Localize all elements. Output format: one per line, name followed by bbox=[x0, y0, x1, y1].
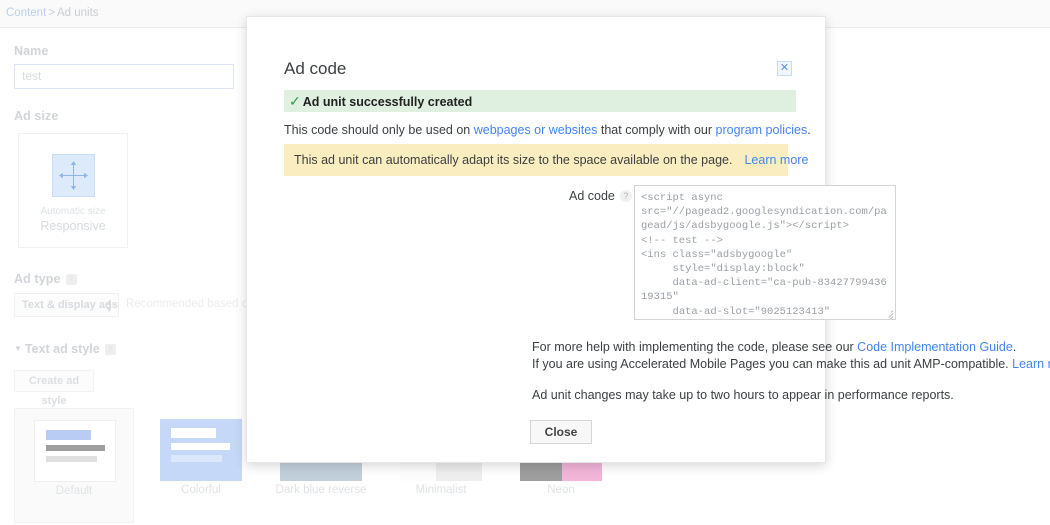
check-icon: ✓ bbox=[289, 93, 301, 109]
help-line1-prefix: For more help with implementing the code… bbox=[532, 340, 858, 354]
ad-size-sub-label: Automatic size bbox=[40, 206, 106, 217]
ad-type-selected-value: Text & display ads bbox=[22, 299, 118, 311]
close-button[interactable]: Close bbox=[530, 420, 592, 444]
name-label: Name bbox=[14, 44, 49, 58]
text-ad-style-header[interactable]: ▼ Text ad style? bbox=[14, 342, 116, 356]
ad-code-modal: Ad code ✕ ✓ Ad unit successfully created … bbox=[246, 16, 1050, 463]
breadcrumb-separator: > bbox=[48, 7, 55, 19]
ad-style-card-default[interactable]: Default bbox=[14, 408, 134, 523]
program-policies-link[interactable]: program policies bbox=[716, 123, 808, 137]
ad-code-label-text: Ad code bbox=[569, 189, 615, 203]
ad-style-card-colorful[interactable]: Colorful bbox=[141, 408, 261, 523]
learn-more-link-responsive[interactable]: Learn more bbox=[744, 153, 808, 167]
learn-more-link-amp[interactable]: Learn more bbox=[1012, 357, 1050, 371]
policy-notice: This code should only be used on webpage… bbox=[284, 123, 811, 137]
ad-size-card-responsive[interactable]: Automatic size Responsive bbox=[18, 133, 128, 248]
ad-style-thumb-colorful bbox=[160, 419, 242, 481]
text-ad-style-label: Text ad style bbox=[24, 342, 100, 356]
success-banner: ✓ Ad unit successfully created bbox=[284, 90, 796, 112]
ad-type-label: Ad type? bbox=[14, 272, 77, 286]
ad-type-select[interactable]: Text & display ads ▲ ▼ bbox=[14, 293, 119, 317]
amp-help-line: If you are using Accelerated Mobile Page… bbox=[532, 357, 1050, 371]
ad-size-label: Ad size bbox=[14, 109, 59, 123]
ad-size-main-label: Responsive bbox=[40, 219, 106, 233]
ad-style-name: Minimalist bbox=[415, 484, 467, 496]
responsive-notice-banner: This ad unit can automatically adapt its… bbox=[284, 144, 808, 176]
ad-code-field-label: Ad code? bbox=[569, 189, 632, 203]
reporting-delay-note: Ad unit changes may take up to two hours… bbox=[532, 388, 954, 402]
ad-code-text: <script async src="//pagead2.googlesyndi… bbox=[641, 192, 887, 318]
modal-title: Ad code bbox=[284, 59, 347, 78]
responsive-notice-text: This ad unit can automatically adapt its… bbox=[294, 153, 733, 167]
chevron-down-icon: ▼ bbox=[14, 344, 22, 353]
help-line2-prefix: If you are using Accelerated Mobile Page… bbox=[532, 357, 1013, 371]
ad-style-thumb-default bbox=[34, 420, 116, 482]
ad-style-name: Neon bbox=[547, 484, 575, 496]
breadcrumb-link-content[interactable]: Content bbox=[6, 7, 46, 19]
success-message: Ad unit successfully created bbox=[302, 95, 473, 109]
ad-style-name: Default bbox=[55, 485, 93, 497]
create-ad-style-button[interactable]: Create ad style bbox=[14, 370, 94, 407]
policy-prefix: This code should only be used on bbox=[284, 123, 474, 137]
breadcrumb-current: Ad units bbox=[57, 7, 99, 19]
chevron-updown-icon: ▲ ▼ bbox=[105, 298, 113, 314]
close-icon[interactable]: ✕ bbox=[777, 61, 792, 76]
ad-type-label-text: Ad type bbox=[14, 272, 61, 286]
help-icon[interactable]: ? bbox=[619, 190, 632, 202]
help-icon[interactable]: ? bbox=[104, 344, 116, 355]
ad-style-name: Colorful bbox=[181, 484, 221, 496]
policy-middle: that comply with our bbox=[597, 123, 716, 137]
ad-code-textarea[interactable]: <script async src="//pagead2.googlesyndi… bbox=[634, 185, 896, 320]
policy-suffix: . bbox=[807, 123, 811, 137]
code-implementation-guide-link[interactable]: Code Implementation Guide bbox=[857, 340, 1013, 354]
name-input[interactable]: test bbox=[14, 64, 234, 89]
help-line1-suffix: . bbox=[1012, 340, 1017, 354]
resize-grip-icon[interactable] bbox=[884, 308, 894, 319]
breadcrumb: Content > Ad units bbox=[6, 7, 99, 19]
webpages-or-websites-link[interactable]: webpages or websites bbox=[474, 123, 598, 137]
expand-arrows-icon bbox=[52, 154, 95, 197]
ad-style-name: Dark blue reverse bbox=[275, 484, 367, 496]
help-icon[interactable]: ? bbox=[65, 274, 77, 285]
code-implementation-help-line: For more help with implementing the code… bbox=[532, 340, 1016, 354]
